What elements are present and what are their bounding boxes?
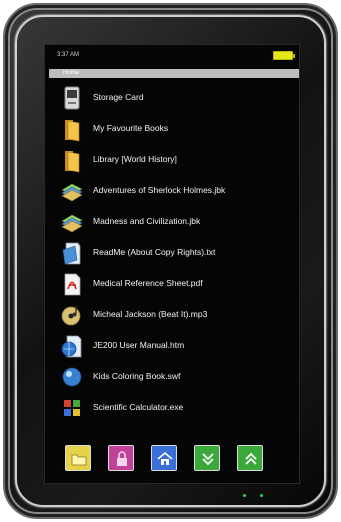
indicator-led	[260, 494, 263, 497]
list-item[interactable]: Micheal Jackson (Beat It).mp3	[45, 300, 299, 330]
list-item[interactable]: Adventures of Sherlock Holmes.jbk	[45, 176, 299, 206]
pdf-file-icon	[64, 273, 81, 296]
list-item[interactable]: Storage Card	[45, 83, 299, 113]
list-item[interactable]: My Favourite Books	[45, 114, 299, 144]
file-name: Micheal Jackson (Beat It).mp3	[93, 309, 208, 319]
file-name: Kids Coloring Book.swf	[93, 371, 181, 381]
breadcrumb-label: Home	[63, 70, 80, 76]
list-item[interactable]: Medical Reference Sheet.pdf	[45, 269, 299, 299]
lock-button[interactable]	[108, 445, 134, 471]
file-name: My Favourite Books	[93, 123, 169, 133]
home-button[interactable]	[151, 445, 177, 471]
bottom-toolbar	[45, 443, 299, 473]
flash-file-icon	[62, 367, 82, 387]
list-item[interactable]: JE200 User Manual.htm	[45, 331, 299, 361]
file-name: Library [World History]	[93, 154, 177, 164]
open-folder-icon	[71, 454, 87, 466]
lock-icon	[117, 451, 127, 466]
list-item[interactable]: Kids Coloring Book.swf	[45, 362, 299, 392]
list-item[interactable]: Madness and Civilization.jbk	[45, 207, 299, 237]
sort-down-button[interactable]	[194, 445, 220, 471]
file-name: Storage Card	[93, 92, 144, 102]
device-screen: 3:37 AM Home Storage Card My Favourite B…	[44, 44, 300, 484]
battery-icon	[273, 51, 295, 60]
sort-down-icon	[202, 453, 214, 466]
storage-card-icon	[64, 86, 80, 110]
file-name: Scientific Calculator.exe	[93, 402, 184, 412]
status-bar: 3:37 AM	[45, 45, 299, 67]
audio-file-icon	[61, 306, 81, 326]
book-icon	[61, 214, 83, 233]
breadcrumb[interactable]: Home	[49, 69, 299, 78]
file-name: ReadMe (About Copy Rights).txt	[93, 247, 216, 257]
text-file-icon	[62, 242, 81, 265]
list-item[interactable]: ReadMe (About Copy Rights).txt	[45, 238, 299, 268]
indicator-led	[189, 494, 192, 497]
home-icon	[157, 451, 173, 465]
file-name: Madness and Civilization.jbk	[93, 216, 201, 226]
open-folder-button[interactable]	[65, 445, 91, 471]
list-item[interactable]: Library [World History]	[45, 145, 299, 175]
folder-icon	[65, 151, 80, 173]
file-name: Medical Reference Sheet.pdf	[93, 278, 203, 288]
html-file-icon	[61, 335, 82, 358]
file-name: JE200 User Manual.htm	[93, 340, 185, 350]
calculator-icon	[64, 400, 80, 416]
scroll-up-icon	[245, 452, 257, 465]
folder-icon	[65, 120, 80, 142]
list-item[interactable]: Scientific Calculator.exe	[45, 393, 299, 423]
scroll-up-button[interactable]	[237, 445, 263, 471]
file-name: Adventures of Sherlock Holmes.jbk	[93, 185, 226, 195]
indicator-led	[243, 494, 246, 497]
clock: 3:37 AM	[57, 52, 80, 58]
book-icon	[61, 183, 83, 202]
